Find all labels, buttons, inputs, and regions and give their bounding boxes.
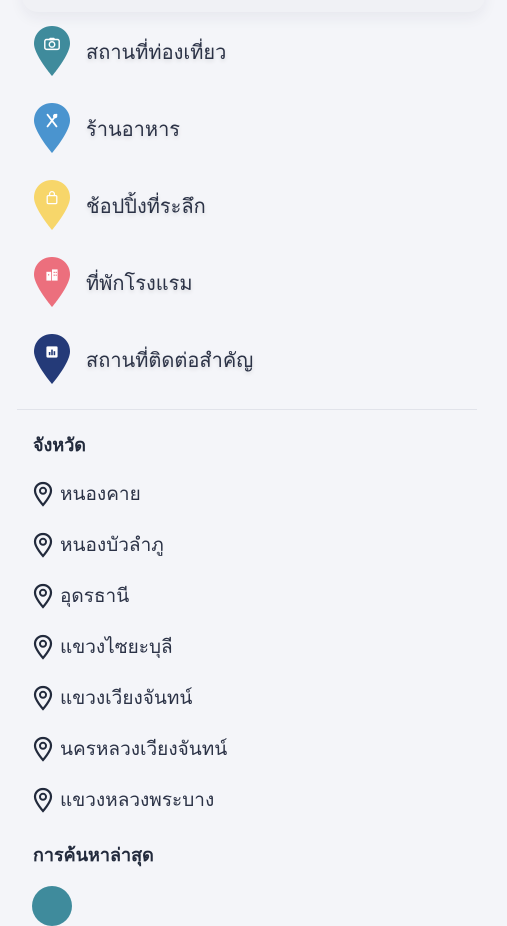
province-item[interactable]: หนองบัวลำภู	[32, 529, 164, 561]
shopping-bag-icon	[30, 178, 74, 234]
province-item[interactable]: แขวงเวียงจันทน์	[32, 682, 192, 714]
category-label: ร้านอาหาร	[86, 117, 181, 141]
map-pin-icon	[33, 736, 53, 762]
map-pin-icon	[33, 787, 53, 813]
province-label: หนองคาย	[60, 483, 141, 505]
province-item[interactable]: นครหลวงเวียงจันทน์	[32, 733, 227, 765]
province-section-title: จังหวัด	[33, 435, 86, 456]
province-label: แขวงหลวงพระบาง	[60, 789, 215, 811]
province-label: หนองบัวลำภู	[60, 534, 164, 556]
recent-search-section-title: การค้นหาล่าสุด	[33, 845, 154, 866]
province-label: แขวงเวียงจันทน์	[60, 687, 193, 709]
province-label: แขวงไซยะบุลี	[60, 636, 173, 658]
province-item[interactable]: แขวงไซยะบุลี	[32, 631, 173, 663]
province-label: นครหลวงเวียงจันทน์	[60, 738, 228, 760]
search-bar[interactable]	[22, 0, 485, 12]
category-important-contacts[interactable]: สถานที่ติดต่อสำคัญ	[30, 330, 470, 390]
category-label: ช้อปปิ้งที่ระลึก	[86, 194, 206, 218]
map-pin-icon	[33, 685, 53, 711]
category-label: ที่พักโรงแรม	[86, 271, 193, 295]
recent-search-item[interactable]	[30, 882, 470, 926]
category-restaurants[interactable]: ร้านอาหาร	[30, 99, 470, 159]
section-divider	[17, 409, 477, 410]
hotel-icon	[30, 255, 74, 311]
chart-icon	[30, 332, 74, 388]
category-label: สถานที่ติดต่อสำคัญ	[86, 348, 254, 372]
utensils-icon	[30, 101, 74, 157]
recent-search-icon	[32, 886, 72, 926]
province-item[interactable]: อุดรธานี	[32, 580, 129, 612]
camera-icon	[30, 24, 74, 80]
province-item[interactable]: หนองคาย	[32, 478, 141, 510]
map-pin-icon	[33, 532, 53, 558]
map-pin-icon	[33, 583, 53, 609]
category-attractions[interactable]: สถานที่ท่องเที่ยว	[30, 22, 470, 82]
category-hotels[interactable]: ที่พักโรงแรม	[30, 253, 470, 313]
map-pin-icon	[33, 481, 53, 507]
category-souvenir-shopping[interactable]: ช้อปปิ้งที่ระลึก	[30, 176, 470, 236]
province-item[interactable]: แขวงหลวงพระบาง	[32, 784, 214, 816]
province-label: อุดรธานี	[60, 585, 130, 607]
category-label: สถานที่ท่องเที่ยว	[86, 40, 227, 64]
map-pin-icon	[33, 634, 53, 660]
